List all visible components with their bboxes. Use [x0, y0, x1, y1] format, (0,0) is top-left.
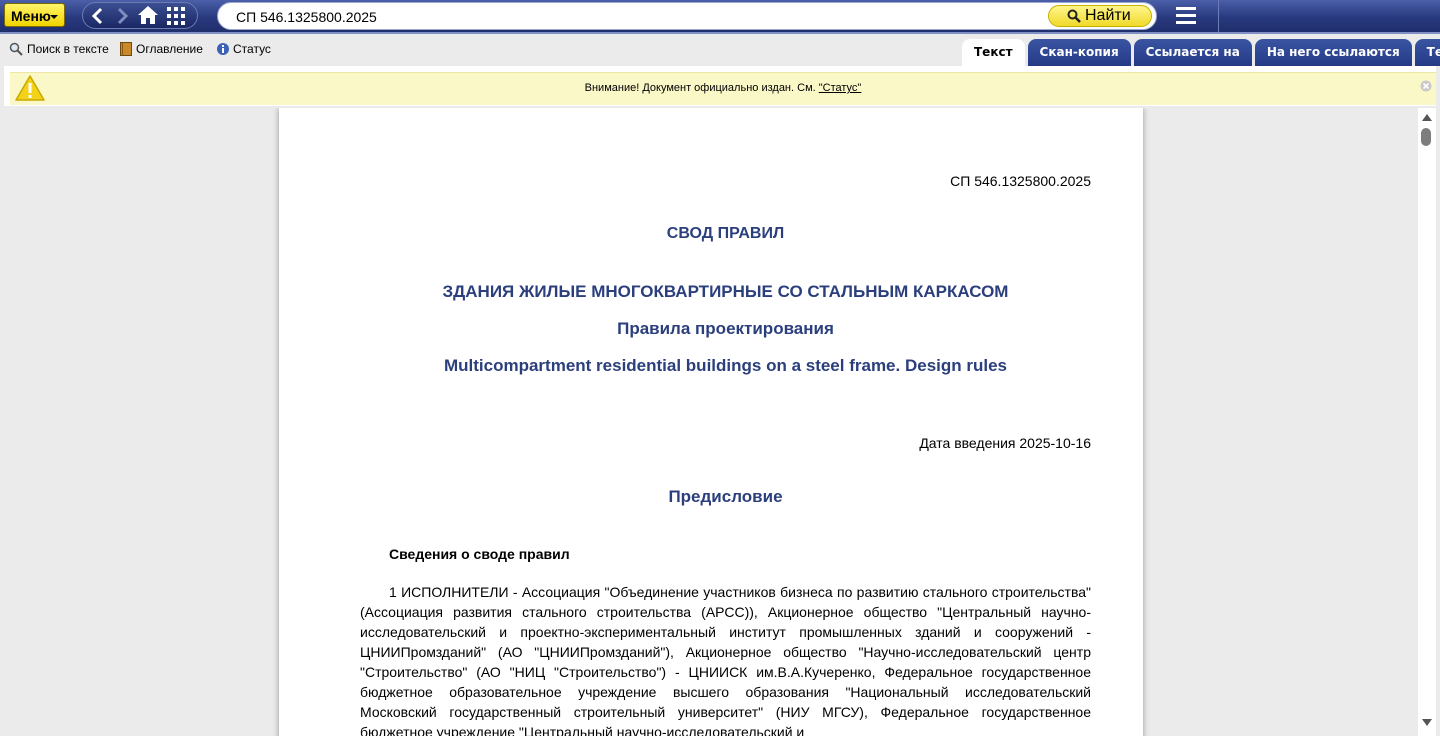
document-code: СП 546.1325800.2025 — [950, 173, 1091, 189]
contents-label: Оглавление — [136, 42, 203, 56]
foreword-heading: Предисловие — [668, 487, 783, 506]
contents-button[interactable]: Оглавление — [120, 42, 203, 56]
search-in-text-button[interactable]: Поиск в тексте — [9, 42, 109, 56]
tab-scan-copy[interactable]: Скан-копия — [1027, 39, 1131, 66]
menu-button[interactable]: Меню — [4, 3, 65, 27]
magnifier-icon — [9, 42, 23, 56]
search-value[interactable]: СП 546.1325800.2025 — [236, 9, 377, 25]
info-icon — [217, 43, 229, 55]
book-icon — [120, 42, 132, 56]
warning-message: Внимание! Документ официально издан. См.… — [10, 82, 1436, 94]
home-icon[interactable] — [137, 5, 159, 30]
warning-banner: Внимание! Документ официально издан. См.… — [10, 72, 1436, 105]
tab-terms[interactable]: Термины — [1414, 39, 1440, 66]
tab-referenced-by[interactable]: На него ссылаются — [1254, 39, 1412, 66]
document-title-en: Multicompartment residential buildings o… — [443, 356, 1007, 375]
top-toolbar: Меню СП 546.1325800.2025 Найти — [0, 0, 1440, 34]
search-icon — [1067, 9, 1081, 23]
find-label: Найти — [1085, 7, 1131, 24]
menu-label: Меню — [11, 8, 51, 24]
warning-text: Внимание! Документ официально издан. См. — [584, 82, 819, 94]
document-type-title: СВОД ПРАВИЛ — [666, 225, 785, 242]
toolbar-divider — [1218, 0, 1219, 32]
tab-text[interactable]: Текст — [962, 39, 1025, 66]
document-tabs: Текст Скан-копия Ссылается на На него сс… — [962, 39, 1440, 66]
search-input[interactable]: СП 546.1325800.2025 Найти — [217, 2, 1157, 30]
status-button[interactable]: Статус — [217, 42, 271, 56]
back-arrow-icon[interactable] — [91, 6, 105, 31]
navigation-group — [82, 2, 198, 29]
tab-references-to[interactable]: Ссылается на — [1133, 39, 1252, 66]
scroll-down-arrow-icon[interactable] — [1422, 719, 1432, 726]
status-label: Статус — [233, 42, 271, 56]
document-tools-row: Поиск в тексте Оглавление Статус Текст С… — [0, 34, 1440, 66]
document-page: СП 546.1325800.2025 СВОД ПРАВИЛ ЗДАНИЯ Ж… — [279, 108, 1143, 736]
introduction-date: Дата введения 2025-10-16 — [919, 435, 1091, 451]
forward-arrow-icon[interactable] — [115, 6, 129, 31]
vertical-scrollbar[interactable] — [1418, 108, 1436, 736]
document-viewport: СП 546.1325800.2025 СВОД ПРАВИЛ ЗДАНИЯ Ж… — [0, 108, 1440, 736]
paragraph-executors: 1 ИСПОЛНИТЕЛИ - Ассоциация "Объединение … — [360, 584, 1091, 736]
close-icon[interactable] — [1420, 79, 1432, 97]
warning-banner-container: Внимание! Документ официально издан. См.… — [4, 66, 1436, 106]
chevron-down-icon — [50, 15, 58, 19]
search-in-text-label: Поиск в тексте — [27, 42, 109, 56]
hamburger-menu-icon[interactable] — [1176, 6, 1196, 29]
scroll-thumb[interactable] — [1421, 128, 1431, 146]
info-subheading: Сведения о своде правил — [389, 546, 570, 562]
status-link[interactable]: "Статус" — [819, 82, 862, 94]
document-title: ЗДАНИЯ ЖИЛЫЕ МНОГОКВАРТИРНЫЕ СО СТАЛЬНЫМ… — [442, 282, 1009, 301]
document-subtitle: Правила проектирования — [617, 319, 834, 338]
grid-apps-icon[interactable] — [167, 7, 185, 30]
scroll-up-arrow-icon[interactable] — [1422, 114, 1432, 121]
find-button[interactable]: Найти — [1048, 5, 1152, 27]
